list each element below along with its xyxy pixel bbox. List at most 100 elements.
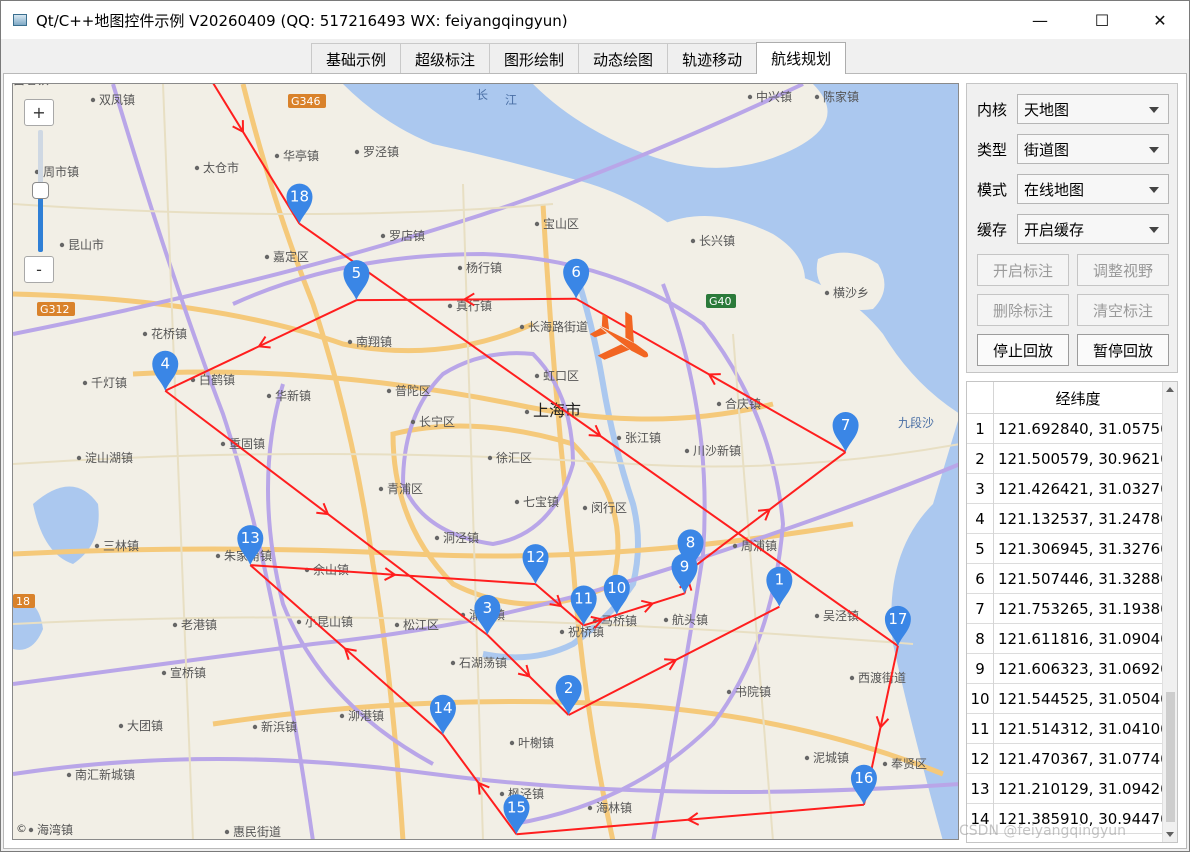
route-marker-11[interactable]: 11: [570, 585, 597, 626]
delete-marker-button[interactable]: 删除标注: [977, 294, 1069, 326]
map-canvas[interactable]: 双凤镇周市镇 太仓市 华亭镇 罗泾镇昆山市嘉定区 罗店镇 宝山区杨行镇 长兴镇 中兴镇 陈家镇横…: [13, 84, 959, 840]
scroll-up-icon[interactable]: [1166, 387, 1174, 392]
place-label: 中兴镇: [756, 89, 792, 104]
place-label: 长海路街道: [528, 319, 588, 334]
place-label: 虹口区: [543, 369, 579, 383]
core-combobox[interactable]: 天地图: [1017, 94, 1169, 124]
place-label: 泖港镇: [348, 709, 384, 723]
row-lnglat-value[interactable]: 121.606323, 31.06920: [998, 654, 1162, 684]
place-label: 华亭镇: [283, 148, 319, 163]
tab-route-planning[interactable]: 航线规划: [756, 42, 847, 74]
stop-playback-button[interactable]: 停止回放: [977, 334, 1069, 366]
route-marker-15[interactable]: 15: [503, 794, 530, 835]
table-row[interactable]: 3 121.426421, 31.03270: [967, 474, 1162, 504]
row-lnglat-value[interactable]: 121.514312, 31.04100: [998, 714, 1162, 744]
place-dot: [814, 94, 820, 100]
zoom-slider-handle[interactable]: [32, 182, 49, 199]
tab-track-move[interactable]: 轨迹移动: [667, 43, 758, 74]
row-index[interactable]: 4: [967, 504, 994, 534]
row-lnglat-value[interactable]: 121.507446, 31.32880: [998, 564, 1162, 594]
clear-markers-button[interactable]: 清空标注: [1077, 294, 1169, 326]
vertical-scrollbar[interactable]: [1162, 382, 1177, 842]
place-dot: [194, 165, 200, 171]
place-label: 南汇新城镇: [75, 767, 135, 782]
tab-shape-draw[interactable]: 图形绘制: [489, 43, 580, 74]
row-lnglat-value[interactable]: 121.470367, 31.07740: [998, 744, 1162, 774]
row-index[interactable]: 11: [967, 714, 994, 744]
row-lnglat-value[interactable]: 121.753265, 31.19380: [998, 594, 1162, 624]
route-marker-5[interactable]: 5: [343, 260, 370, 301]
row-index[interactable]: 9: [967, 654, 994, 684]
minimize-button[interactable]: —: [1017, 1, 1063, 39]
table-row[interactable]: 7 121.753265, 31.19380: [967, 594, 1162, 624]
table-row[interactable]: 11 121.514312, 31.04100: [967, 714, 1162, 744]
row-index[interactable]: 5: [967, 534, 994, 564]
table-row[interactable]: 8 121.611816, 31.09040: [967, 624, 1162, 654]
row-lnglat-value[interactable]: 121.306945, 31.32760: [998, 534, 1162, 564]
row-lnglat-value[interactable]: 121.544525, 31.05040: [998, 684, 1162, 714]
scroll-down-icon[interactable]: [1166, 832, 1174, 837]
adjust-view-button[interactable]: 调整视野: [1077, 254, 1169, 286]
tab-basic-example[interactable]: 基础示例: [311, 43, 402, 74]
enable-marker-button[interactable]: 开启标注: [977, 254, 1069, 286]
table-header: 经纬度: [967, 382, 1177, 414]
row-lnglat-value[interactable]: 121.500579, 30.96210: [998, 444, 1162, 474]
table-row[interactable]: 2 121.500579, 30.96210: [967, 444, 1162, 474]
table-row[interactable]: 9 121.606323, 31.06920: [967, 654, 1162, 684]
west-lake: [13, 601, 43, 650]
tab-dynamic-draw[interactable]: 动态绘图: [578, 43, 669, 74]
map-view[interactable]: 双凤镇 周市镇 太仓市 华亭镇 罗泾镇 昆山市 嘉定区 罗店镇 宝山区 杨行镇 长兴镇 中兴镇 陈家镇横…: [12, 83, 959, 840]
route-marker-9[interactable]: 9: [671, 553, 698, 594]
type-value: 街道图: [1024, 140, 1070, 159]
table-row[interactable]: 6 121.507446, 31.32880: [967, 564, 1162, 594]
tab-super-marker[interactable]: 超级标注: [400, 43, 491, 74]
close-button[interactable]: ✕: [1137, 1, 1183, 39]
zoom-in-button[interactable]: +: [24, 99, 54, 126]
row-index[interactable]: 7: [967, 594, 994, 624]
row-lnglat-value[interactable]: 121.692840, 31.05750: [998, 414, 1162, 444]
route-marker-14[interactable]: 14: [429, 694, 456, 735]
route-marker-12[interactable]: 12: [522, 544, 549, 585]
table-row[interactable]: 13 121.210129, 31.09420: [967, 774, 1162, 804]
row-lnglat-value[interactable]: 121.426421, 31.03270: [998, 474, 1162, 504]
route-marker-10[interactable]: 10: [603, 574, 630, 615]
row-index[interactable]: 12: [967, 744, 994, 774]
row-index[interactable]: 6: [967, 564, 994, 594]
row-lnglat-value[interactable]: 121.611816, 31.09040: [998, 624, 1162, 654]
place-label: 洞泾镇: [443, 531, 479, 545]
maximize-button[interactable]: ☐: [1079, 1, 1125, 39]
table-corner[interactable]: [967, 382, 994, 414]
table-row[interactable]: 4 121.132537, 31.24780: [967, 504, 1162, 534]
place-dot: [450, 660, 456, 666]
route-marker-6[interactable]: 6: [563, 258, 590, 299]
row-index[interactable]: 8: [967, 624, 994, 654]
mode-combobox[interactable]: 在线地图: [1017, 174, 1169, 204]
row-lnglat-value[interactable]: 121.210129, 31.09420: [998, 774, 1162, 804]
table-row[interactable]: 12 121.470367, 31.07740: [967, 744, 1162, 774]
scrollbar-thumb[interactable]: [1166, 692, 1175, 822]
table-row[interactable]: 1 121.692840, 31.05750: [967, 414, 1162, 444]
type-combobox[interactable]: 街道图: [1017, 134, 1169, 164]
mode-label: 模式: [977, 180, 1008, 199]
zoom-out-button[interactable]: -: [24, 256, 54, 283]
row-index[interactable]: 2: [967, 444, 994, 474]
place-label: 合庆镇: [725, 396, 761, 411]
column-header-lnglat[interactable]: 经纬度: [994, 382, 1162, 414]
coordinates-table[interactable]: 经纬度 1 121.692840, 31.05750 2 121.500579, 30…: [966, 381, 1178, 843]
row-index[interactable]: 10: [967, 684, 994, 714]
pause-playback-button[interactable]: 暂停回放: [1077, 334, 1169, 366]
route-marker-16[interactable]: 16: [850, 764, 877, 805]
cache-combobox[interactable]: 开启缓存: [1017, 214, 1169, 244]
row-index[interactable]: 1: [967, 414, 994, 444]
row-lnglat-value[interactable]: 121.132537, 31.24780: [998, 504, 1162, 534]
row-index[interactable]: 3: [967, 474, 994, 504]
route-marker-2[interactable]: 2: [555, 675, 582, 716]
table-row[interactable]: 10 121.544525, 31.05040: [967, 684, 1162, 714]
table-row[interactable]: 5 121.306945, 31.32760: [967, 534, 1162, 564]
row-index[interactable]: 13: [967, 774, 994, 804]
place-dot: [559, 629, 565, 635]
marker-label: 18: [290, 188, 309, 206]
water-label: 长: [476, 88, 488, 102]
marker-label: 8: [686, 533, 696, 551]
route-marker-18[interactable]: 18: [286, 183, 313, 224]
